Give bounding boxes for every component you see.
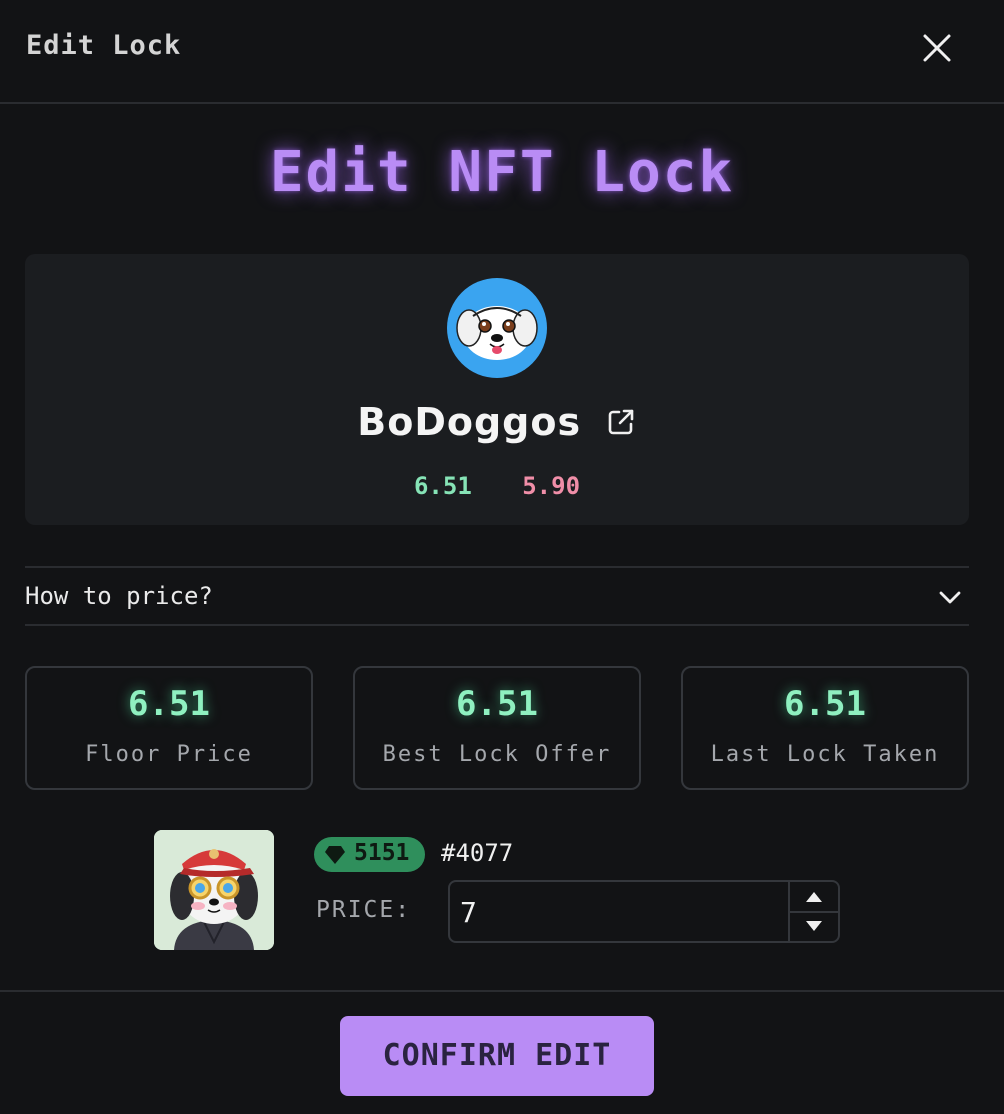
collection-stats: 6.51 5.90 [25,472,969,500]
gem-icon [325,846,345,864]
price-field-label: PRICE: [316,897,412,923]
collection-avatar [447,278,547,378]
how-to-price-accordion[interactable]: How to price? [25,566,969,626]
footer-divider [0,990,1004,992]
last-lock-taken-box: 6.51 Last Lock Taken [681,666,969,790]
price-stepper [788,882,838,941]
close-button[interactable] [918,30,956,66]
floor-price-label: Floor Price [85,742,253,767]
collection-offer-stat: 5.90 [522,472,581,500]
collection-floor-stat: 6.51 [413,472,472,500]
collection-name: BoDoggos [357,400,582,444]
nft-thumbnail [154,830,274,950]
last-lock-taken-label: Last Lock Taken [710,742,940,767]
price-increment-button[interactable] [790,882,838,913]
external-link-button[interactable] [605,406,637,438]
confirm-edit-button[interactable]: CONFIRM EDIT [340,1016,654,1096]
price-decrement-button[interactable] [790,912,838,941]
best-lock-offer-box: 6.51 Best Lock Offer [353,666,641,790]
collection-card: BoDoggos 6.51 5.90 [25,254,969,525]
nft-dog-image [154,830,274,950]
floor-price-box: 6.51 Floor Price [25,666,313,790]
external-link-icon [608,409,634,435]
triangle-down-icon [806,921,822,931]
header-title: Edit Lock [26,30,182,61]
price-input-container [448,880,840,943]
triangle-up-icon [806,892,822,902]
accordion-label: How to price? [25,582,213,610]
rarity-rank-value: 5151 [354,840,410,866]
rarity-rank-badge: 5151 [314,837,425,872]
collection-name-row: BoDoggos [25,400,969,444]
chevron-down-icon [939,591,961,604]
best-lock-offer-value: 6.51 [456,684,538,724]
page-title: Edit NFT Lock [269,140,735,205]
modal-header: Edit Lock [0,0,1004,104]
nft-token-id: #4077 [441,839,514,867]
last-lock-taken-value: 6.51 [784,684,866,724]
floor-price-value: 6.51 [128,684,210,724]
best-lock-offer-label: Best Lock Offer [382,742,612,767]
close-icon [923,34,951,62]
price-input[interactable] [458,890,782,934]
dog-avatar-image [456,306,538,360]
